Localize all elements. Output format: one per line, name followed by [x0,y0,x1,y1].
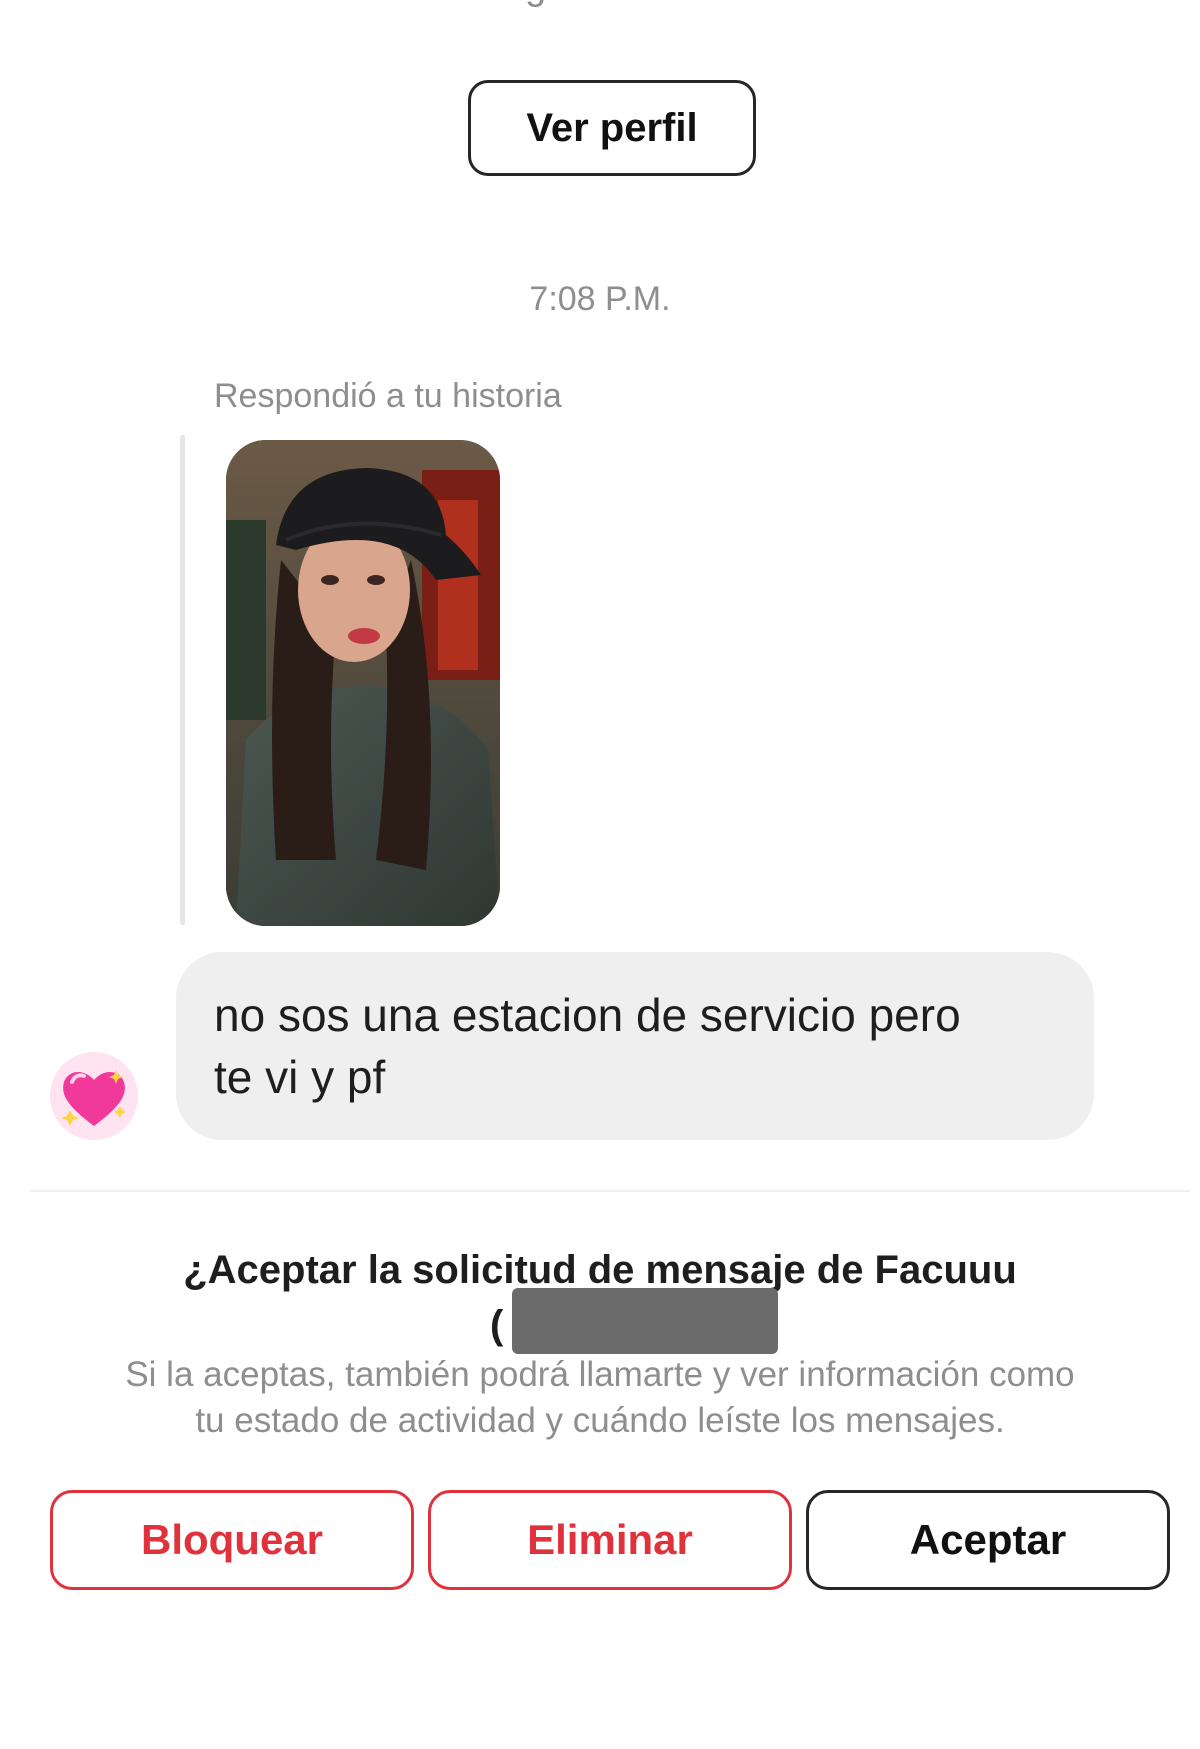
request-handle-prefix: ( [490,1303,504,1347]
accept-button[interactable]: Aceptar [806,1490,1170,1590]
sender-avatar[interactable] [50,1052,138,1140]
view-profile-button[interactable]: Ver perfil [468,80,756,176]
story-reply-label: Respondió a tu historia [214,377,562,415]
block-button[interactable]: Bloquear [50,1490,414,1590]
request-description: Si la aceptas, también podrá llamarte y … [0,1352,1200,1444]
section-divider [30,1190,1190,1192]
sparkling-heart-icon [50,1052,138,1140]
story-thumbnail[interactable] [226,440,500,926]
message-line: no sos una estacion de servicio pero [214,989,961,1041]
redacted-username [512,1288,778,1354]
story-photo-illustration [226,440,500,926]
request-description-line: tu estado de actividad y cuándo leíste l… [195,1401,1005,1440]
delete-button[interactable]: Eliminar [428,1490,792,1590]
request-description-line: Si la aceptas, también podrá llamarte y … [125,1355,1075,1394]
message-bubble[interactable]: no sos una estacion de servicio pero te … [176,952,1094,1140]
message-timestamp: 7:08 P.M. [529,280,671,318]
story-reply-rule [180,435,185,925]
message-line: te vi y pf [214,1051,386,1103]
request-actions: Bloquear Eliminar Aceptar [50,1490,1170,1590]
mutual-followers-text: Ambos siguen a Isolinesco. [0,0,1200,9]
